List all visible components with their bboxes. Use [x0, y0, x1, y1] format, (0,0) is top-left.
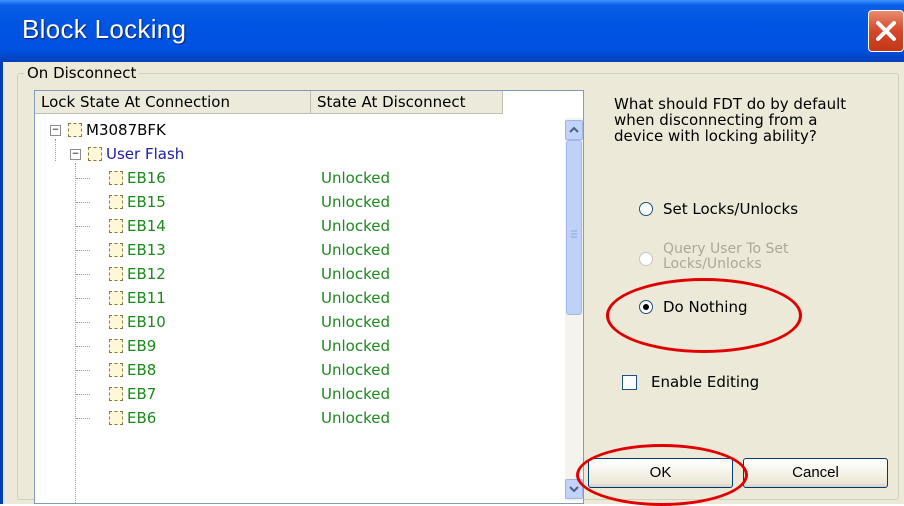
tree-row-block[interactable]: EB15 Unlocked: [35, 190, 555, 214]
radio-button[interactable]: [639, 202, 653, 216]
block-state: Unlocked: [321, 385, 390, 403]
block-node-icon: [109, 387, 123, 401]
block-name: EB8: [127, 361, 157, 379]
radio-label: Query User To Set Locks/Unlocks: [663, 242, 789, 272]
block-name: EB6: [127, 409, 157, 427]
block-node-icon: [109, 315, 123, 329]
tree-line: [76, 394, 90, 395]
title-bar[interactable]: Block Locking: [0, 0, 904, 62]
prompt-line: when disconnecting from a: [614, 111, 818, 129]
block-state: Unlocked: [321, 169, 390, 187]
root-label: M3087BFK: [86, 121, 166, 139]
block-node-icon: [109, 291, 123, 305]
block-name: EB13: [127, 241, 166, 259]
block-name: EB14: [127, 217, 166, 235]
prompt-line: device with locking ability?: [614, 127, 817, 145]
block-state: Unlocked: [321, 289, 390, 307]
block-locking-dialog: Block Locking On Disconnect Lock State A…: [0, 0, 904, 506]
block-node-icon: [109, 363, 123, 377]
block-state: Unlocked: [321, 241, 390, 259]
radio-button[interactable]: [639, 300, 653, 314]
tree-line: [76, 226, 90, 227]
device-node-icon: [68, 123, 82, 137]
close-button[interactable]: [868, 10, 904, 52]
tree-line: [76, 346, 90, 347]
close-icon: [876, 21, 896, 41]
chevron-down-icon: [569, 486, 579, 493]
radio-do-nothing[interactable]: Do Nothing: [639, 298, 747, 316]
child-label: User Flash: [106, 145, 185, 163]
block-node-icon: [109, 243, 123, 257]
block-state: Unlocked: [321, 193, 390, 211]
tree-row-block[interactable]: EB10 Unlocked: [35, 310, 555, 334]
tree-row-block[interactable]: EB8 Unlocked: [35, 358, 555, 382]
block-node-icon: [109, 219, 123, 233]
radio-set-locks[interactable]: Set Locks/Unlocks: [639, 200, 798, 218]
checkbox-label: Enable Editing: [651, 373, 760, 391]
block-node-icon: [109, 339, 123, 353]
enable-editing-checkbox[interactable]: Enable Editing: [622, 373, 759, 391]
block-state: Unlocked: [321, 265, 390, 283]
block-name: EB9: [127, 337, 157, 355]
cancel-button[interactable]: Cancel: [743, 458, 888, 488]
tree-row-block[interactable]: EB11 Unlocked: [35, 286, 555, 310]
block-state: Unlocked: [321, 409, 390, 427]
tree-line: [76, 250, 90, 251]
scroll-up-button[interactable]: [565, 120, 583, 140]
block-name: EB12: [127, 265, 166, 283]
tree-row-block[interactable]: EB6 Unlocked: [35, 406, 555, 430]
window-title: Block Locking: [22, 14, 187, 44]
block-state: Unlocked: [321, 313, 390, 331]
collapse-icon[interactable]: −: [50, 125, 61, 136]
tree-line: [76, 298, 90, 299]
prompt-line: What should FDT do by default: [614, 95, 847, 113]
block-node-icon: [109, 267, 123, 281]
block-node-icon: [109, 195, 123, 209]
radio-label-line: Locks/Unlocks: [663, 256, 762, 272]
ok-button[interactable]: OK: [588, 458, 733, 488]
tree-row-user-flash[interactable]: − User Flash: [35, 142, 555, 166]
block-state: Unlocked: [321, 337, 390, 355]
tree-row-root[interactable]: − M3087BFK: [35, 118, 555, 142]
block-name: EB11: [127, 289, 166, 307]
tree-line: [76, 322, 90, 323]
collapse-icon[interactable]: −: [70, 149, 81, 160]
scroll-thumb[interactable]: [566, 140, 582, 315]
lock-state-tree[interactable]: Lock State At Connection State At Discon…: [34, 90, 584, 504]
tree-row-block[interactable]: EB14 Unlocked: [35, 214, 555, 238]
tree-row-block[interactable]: EB16 Unlocked: [35, 166, 555, 190]
chevron-up-icon: [569, 126, 579, 133]
column-header-state-at-disconnect[interactable]: State At Disconnect: [311, 91, 503, 114]
column-header-lock-state[interactable]: Lock State At Connection: [35, 91, 311, 114]
radio-query-user[interactable]: Query User To Set Locks/Unlocks: [639, 242, 789, 272]
folder-node-icon: [88, 147, 102, 161]
block-state: Unlocked: [321, 361, 390, 379]
tree-line: [76, 418, 90, 419]
tree-row-block[interactable]: EB9 Unlocked: [35, 334, 555, 358]
tree-row-block[interactable]: EB12 Unlocked: [35, 262, 555, 286]
vertical-scrollbar[interactable]: [565, 118, 583, 501]
tree-line: [76, 178, 90, 179]
block-name: EB16: [127, 169, 166, 187]
tree-row-block[interactable]: EB13 Unlocked: [35, 238, 555, 262]
tree-line: [76, 370, 90, 371]
radio-label: Do Nothing: [663, 298, 748, 316]
default-action-prompt: What should FDT do by default when disco…: [614, 96, 874, 144]
scroll-down-button[interactable]: [565, 479, 583, 499]
checkbox[interactable]: [622, 374, 637, 390]
tree-row-block[interactable]: EB7 Unlocked: [35, 382, 555, 406]
block-name: EB15: [127, 193, 166, 211]
block-name: EB10: [127, 313, 166, 331]
radio-button[interactable]: [639, 252, 653, 266]
tree-line: [76, 274, 90, 275]
block-node-icon: [109, 411, 123, 425]
radio-label-line: Query User To Set: [663, 241, 789, 257]
grip-icon: [571, 230, 577, 238]
tree-line: [76, 202, 90, 203]
radio-label: Set Locks/Unlocks: [663, 200, 799, 218]
block-name: EB7: [127, 385, 157, 403]
group-label: On Disconnect: [24, 64, 140, 82]
block-node-icon: [109, 171, 123, 185]
block-state: Unlocked: [321, 217, 390, 235]
